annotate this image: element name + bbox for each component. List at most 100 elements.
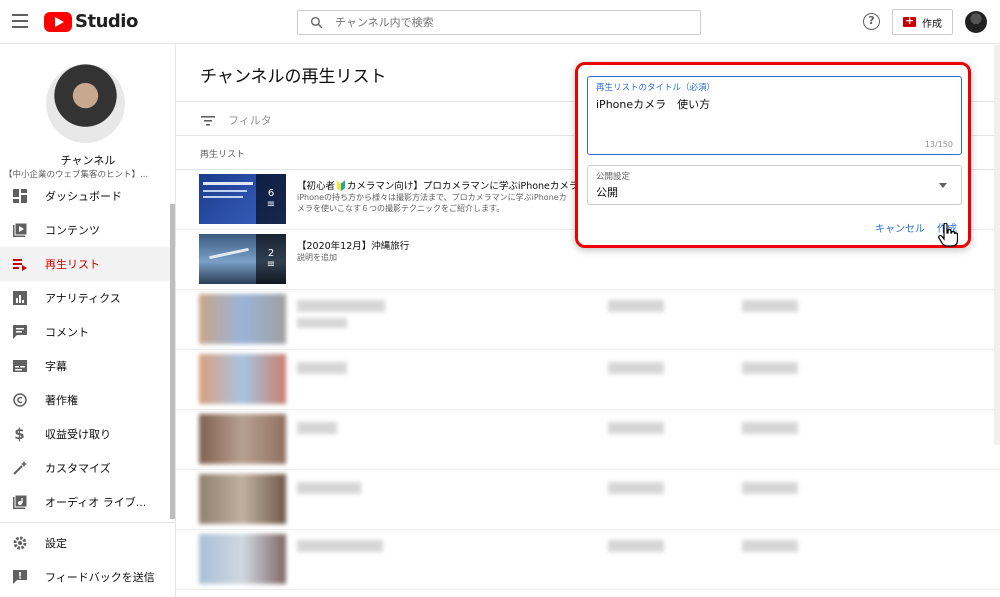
playlist-thumbnail[interactable]: 6 ≡ [199,174,286,224]
sidebar: チャンネル 【中小企業のウェブ集客のヒント】... ダッシュボード コンテンツ … [0,44,176,597]
blurred-text [297,422,337,434]
blurred-text [297,300,385,312]
sidebar-item-label: ダッシュボード [45,190,122,203]
playlist-title-field[interactable]: 再生リストのタイトル（必須） 13/150 [587,76,962,155]
playlist-description: 説明を追加 [297,253,337,262]
sidebar-item-monetization[interactable]: $ 収益受け取り [0,417,176,451]
youtube-studio-logo[interactable]: Studio [44,11,138,32]
playlist-thumbnail[interactable] [199,534,286,584]
sidebar-item-subtitles[interactable]: 字幕 [0,349,176,383]
playlist-thumbnail[interactable] [199,474,286,524]
playlist-title-label: 再生リストのタイトル（必須） [596,83,716,93]
create-button-label: 作成 [922,18,942,30]
help-icon[interactable]: ? [863,13,880,30]
sidebar-divider [0,522,176,523]
video-count: 2 [267,248,275,259]
top-bar: Studio ? 作成 [0,0,1000,44]
dashboard-icon [12,189,27,204]
sidebar-nav: ダッシュボード コンテンツ 再生リスト アナリティクス コメント 字幕 著作権 … [0,179,176,594]
content-icon [12,223,27,238]
page-title: チャンネルの再生リスト [200,67,387,87]
playlist-thumbnail[interactable] [199,354,286,404]
sidebar-item-label: 収益受け取り [45,428,111,441]
visibility-label: 公開設定 [596,172,631,182]
blurred-text [742,300,798,312]
sidebar-item-label: アナリティクス [45,292,121,305]
search-input[interactable] [335,16,675,29]
playlist-title[interactable]: 【2020年12月】沖縄旅行 [297,238,409,252]
analytics-icon [12,291,27,306]
playlist-thumbnail[interactable] [199,294,286,344]
hand-pointer-cursor-icon [938,223,958,247]
cancel-button[interactable]: キャンセル [875,220,925,235]
table-row[interactable] [176,410,1000,470]
sidebar-item-content[interactable]: コンテンツ [0,213,176,247]
table-row[interactable] [176,470,1000,530]
blurred-text [297,482,361,494]
blurred-text [297,362,347,374]
blurred-text [297,318,347,328]
playlist-description: iPhoneの持ち方から様々は撮影方法まで、プロカメラマンに学ぶiPhoneカメ… [297,193,567,213]
blurred-text [608,362,664,374]
channel-label: チャンネル [60,154,116,167]
character-counter: 13/150 [924,140,953,149]
sidebar-item-audio-library[interactable]: オーディオ ライブ... [0,485,176,519]
playlist-overlay-icon: ≡ [266,259,276,270]
table-row[interactable] [176,530,1000,590]
blurred-text [608,540,664,552]
playlist-thumbnail[interactable]: 2 ≡ [199,234,286,284]
dollar-icon: $ [14,425,25,443]
blurred-text [742,482,798,494]
main-scrollbar[interactable] [994,45,1000,445]
playlist-title-input[interactable] [596,97,896,110]
playlist-icon [12,257,27,272]
sidebar-item-analytics[interactable]: アナリティクス [0,281,176,315]
sidebar-item-copyright[interactable]: 著作権 [0,383,176,417]
video-count-badge: 6 ≡ [256,174,286,224]
blurred-text [608,300,664,312]
sidebar-scrollbar[interactable] [170,204,175,519]
sidebar-item-label: コンテンツ [45,224,100,237]
sidebar-item-feedback[interactable]: フィードバックを送信 [0,560,176,594]
sidebar-item-label: 著作権 [45,394,78,407]
blurred-text [608,422,664,434]
blurred-text [297,540,383,552]
visibility-select[interactable]: 公開設定 公開 [587,165,962,205]
sidebar-item-label: オーディオ ライブ... [45,496,147,509]
sidebar-item-label: 設定 [45,537,67,550]
filter-label: フィルタ [228,114,272,127]
magic-wand-icon [12,461,27,476]
sidebar-item-label: カスタマイズ [45,462,111,475]
sidebar-item-settings[interactable]: 設定 [0,526,176,560]
table-row[interactable] [176,350,1000,410]
feedback-icon [12,570,27,585]
channel-avatar[interactable] [46,64,125,143]
blurred-text [742,540,798,552]
sidebar-item-label: フィードバックを送信 [45,571,155,584]
blurred-text [742,362,798,374]
dropdown-arrow-icon [939,183,947,188]
blurred-text [608,482,664,494]
sidebar-item-label: コメント [45,326,89,339]
blurred-text [742,422,798,434]
new-playlist-dialog: 再生リストのタイトル（必須） 13/150 公開設定 公開 キャンセル 作成 [575,62,971,248]
gear-icon [12,536,27,551]
column-header-playlist: 再生リスト [200,150,246,160]
sidebar-item-dashboard[interactable]: ダッシュボード [0,179,176,213]
playlist-thumbnail[interactable] [199,414,286,464]
hamburger-menu-icon[interactable] [12,14,28,28]
sidebar-item-customize[interactable]: カスタマイズ [0,451,176,485]
table-row[interactable] [176,290,1000,350]
playlist-title[interactable]: 【初心者🔰カメラマン向け】プロカメラマンに学ぶiPhoneカメラ [297,178,578,192]
audio-library-icon [12,495,27,510]
video-camera-icon [903,14,916,27]
sidebar-item-playlists[interactable]: 再生リスト [0,247,176,281]
search-box[interactable] [297,10,701,35]
search-icon [310,16,323,29]
logo-text: Studio [75,11,138,32]
create-button[interactable]: 作成 [892,9,953,35]
sidebar-item-label: 字幕 [45,360,67,373]
sidebar-item-comments[interactable]: コメント [0,315,176,349]
video-count-badge: 2 ≡ [256,234,286,284]
account-avatar[interactable] [965,11,987,33]
